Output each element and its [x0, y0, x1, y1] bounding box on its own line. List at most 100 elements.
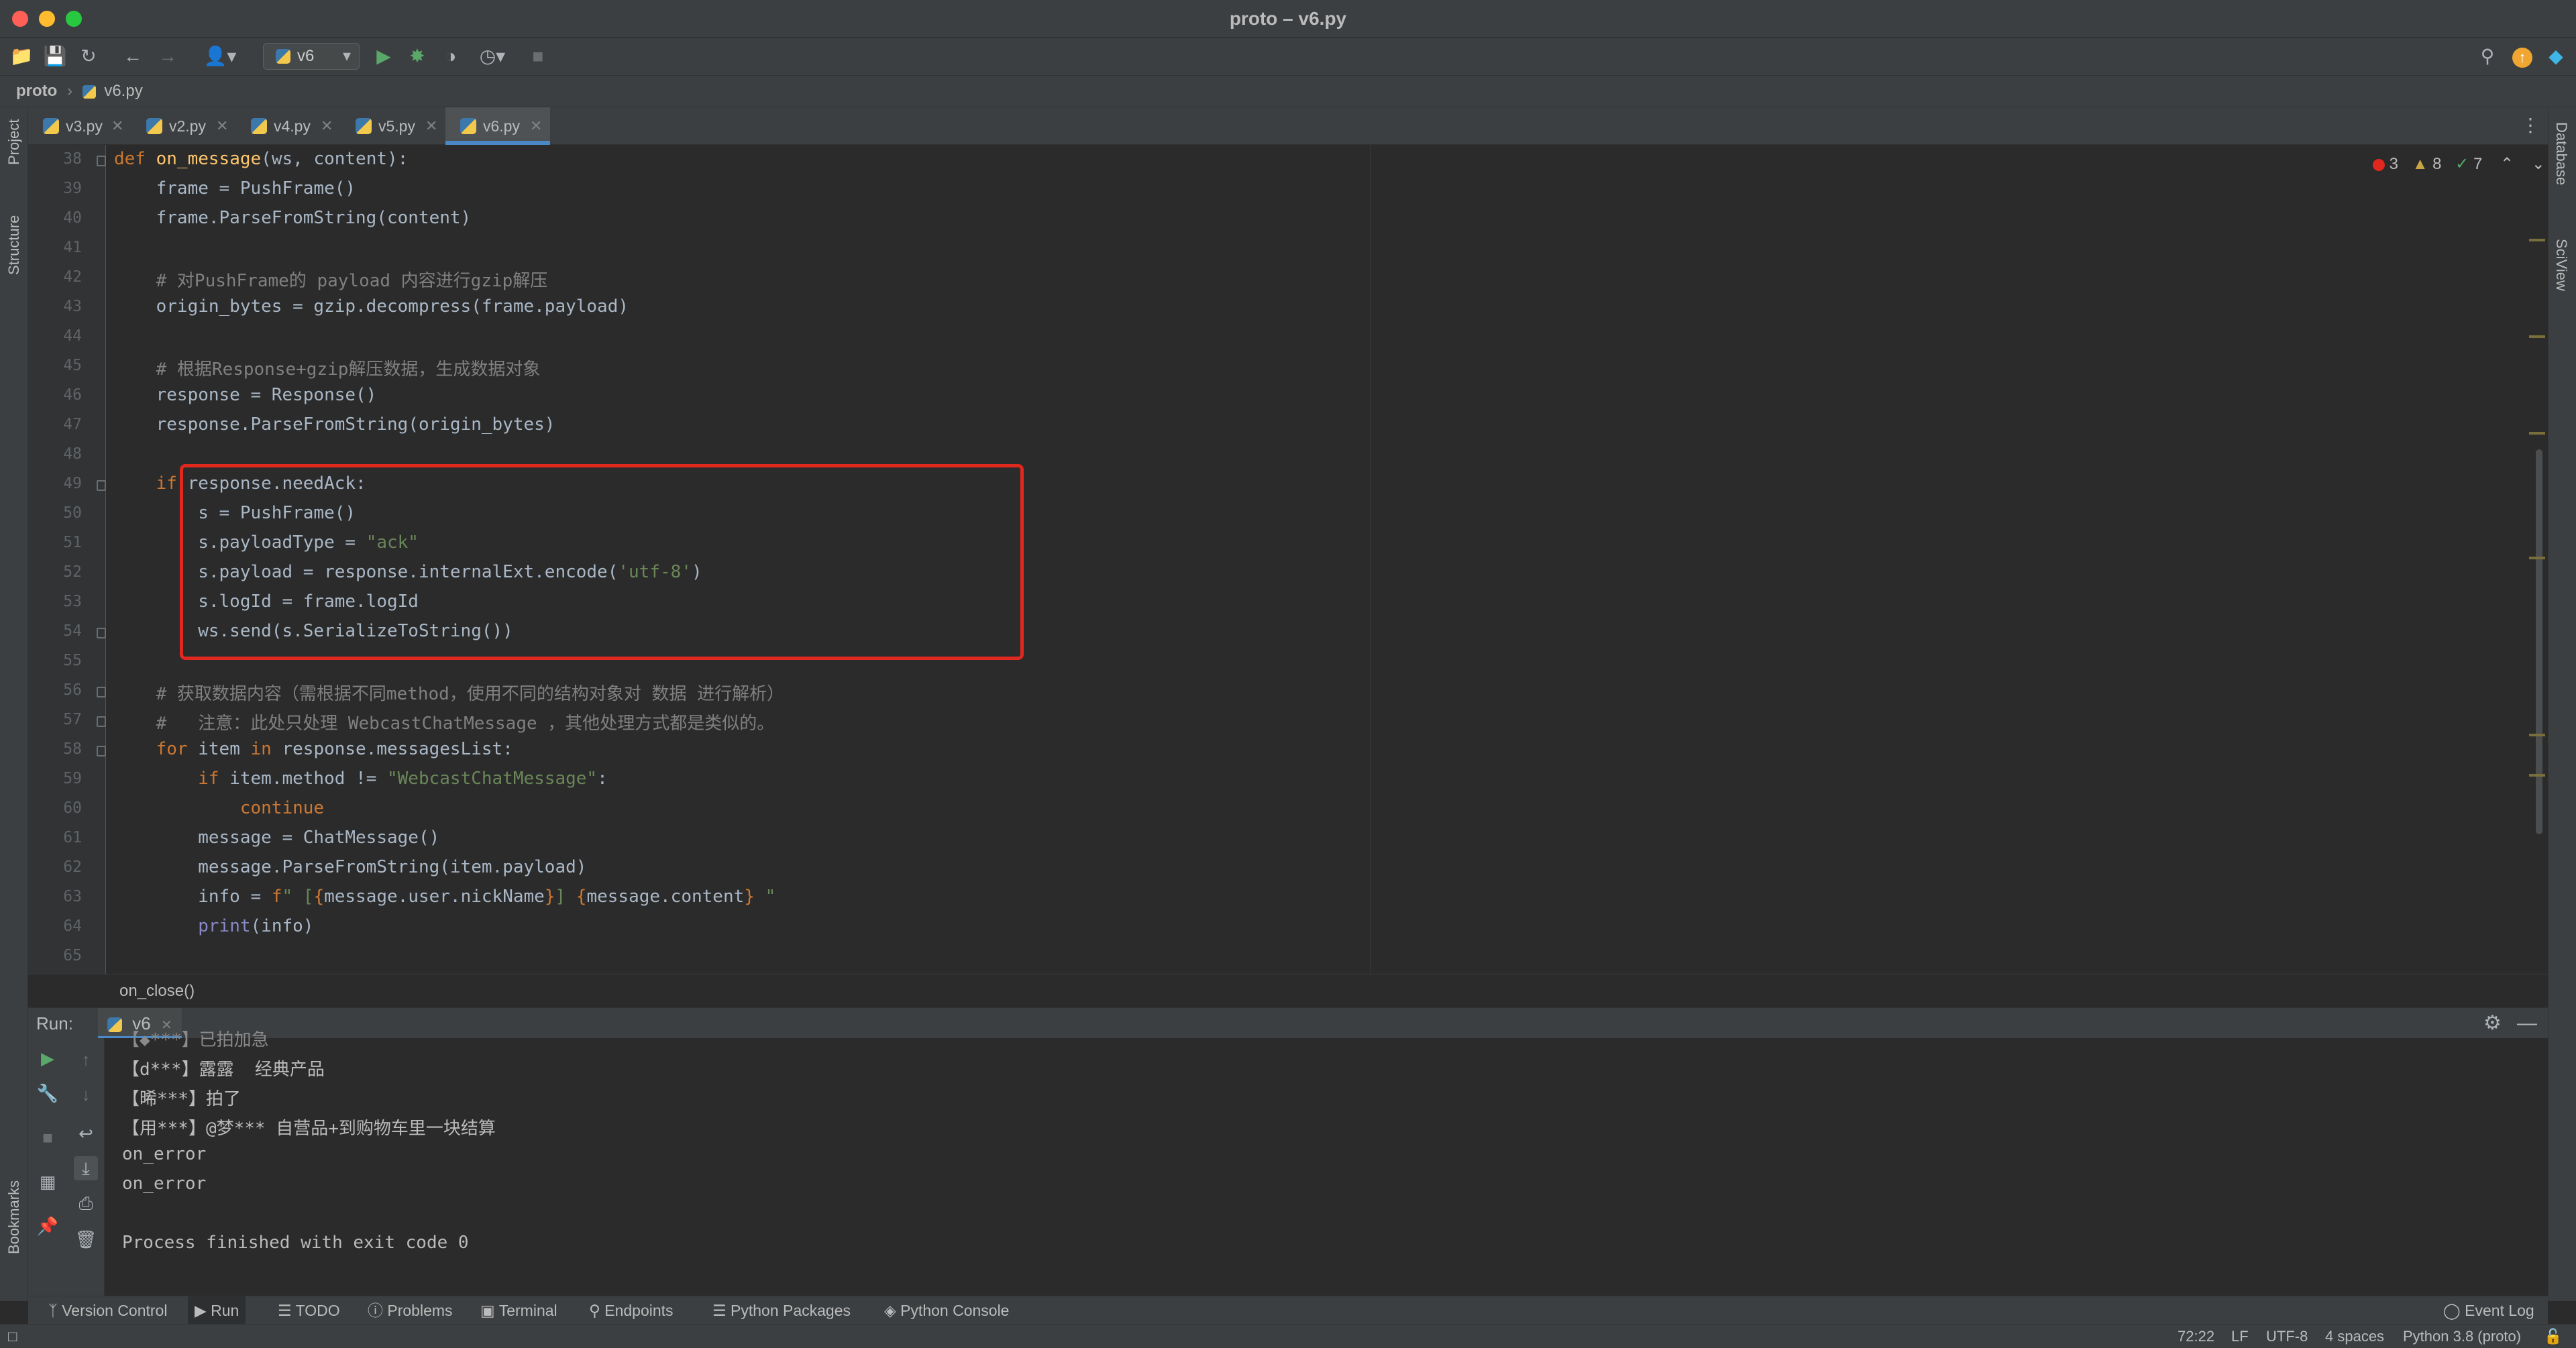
run-icon[interactable]: ▶	[372, 44, 396, 68]
code-line: if item.method != "WebcastChatMessage":	[198, 769, 608, 789]
line-number: 47	[63, 416, 82, 433]
coverage-icon[interactable]: ◑	[439, 44, 463, 68]
endpoints-tab[interactable]: ⚲ Endpoints	[582, 1296, 680, 1325]
fold-toggle-icon[interactable]	[97, 746, 106, 756]
line-number: 42	[63, 268, 82, 286]
line-number: 58	[63, 740, 82, 758]
stop-icon[interactable]: ■	[526, 44, 550, 68]
close-tab-icon[interactable]: ✕	[425, 107, 437, 145]
terminal-tab[interactable]: ▣ Terminal	[474, 1296, 564, 1325]
stop-icon[interactable]: ■	[36, 1125, 60, 1149]
back-arrow-icon[interactable]: ←	[121, 44, 145, 68]
todo-tab[interactable]: ☰ TODO	[271, 1296, 347, 1325]
bottom-tool-tabs: ᛉ Version Control ▶ Run ☰ TODO ⓘ Problem…	[28, 1296, 2548, 1325]
layout-icon[interactable]: ▦	[36, 1170, 60, 1194]
line-number: 49	[63, 475, 82, 492]
console-line: on_error	[122, 1174, 207, 1194]
code-line: for item in response.messagesList:	[156, 739, 513, 759]
debug-icon[interactable]: ✸	[405, 44, 429, 68]
rerun-icon[interactable]: ▶	[36, 1046, 60, 1070]
save-icon[interactable]: 💾	[43, 44, 67, 68]
print-icon[interactable]: ⎙	[74, 1191, 98, 1215]
python-console-tab[interactable]: ◈ Python Console	[877, 1296, 1016, 1325]
chevron-down-icon: ▾	[342, 47, 351, 65]
python-icon	[107, 1017, 122, 1033]
run-console[interactable]: ▶ 🔧 ■ ▦ 📌 ↑ ↓ ↩ ⤓ ⎙ 🗑 【◆***】已拍加急 【d***】露…	[28, 1030, 2548, 1296]
scroll-down-icon[interactable]: ↓	[74, 1082, 98, 1107]
open-folder-icon[interactable]: 📁	[9, 44, 34, 68]
code-editor[interactable]: 38 39 40 41 42 43 44 45 46 47 48 49 50 51 52 53 54 55 56 57…	[28, 145, 2548, 974]
line-number: 51	[63, 534, 82, 551]
bookmarks-tool-button[interactable]: Bookmarks	[5, 1180, 23, 1254]
sciview-tool-button[interactable]: SciView	[2553, 239, 2570, 291]
jetbrains-icon[interactable]: ◆	[2544, 44, 2568, 68]
minimize-panel-icon[interactable]: —	[2517, 1008, 2537, 1039]
close-tab-icon[interactable]: ✕	[111, 107, 123, 145]
wrench-icon[interactable]: 🔧	[36, 1081, 60, 1105]
file-encoding[interactable]: UTF-8	[2266, 1325, 2308, 1348]
terminal-icon: ▣	[480, 1302, 495, 1319]
profile-icon[interactable]: ◷▾	[472, 44, 513, 68]
search-icon[interactable]: ⚲	[2475, 44, 2500, 68]
close-tab-icon[interactable]: ✕	[321, 107, 333, 145]
more-options-icon[interactable]: ⋮	[2521, 114, 2540, 136]
code-line: message.ParseFromString(item.payload)	[114, 857, 587, 877]
project-tool-button[interactable]: Project	[5, 119, 23, 165]
close-tab-icon[interactable]: ✕	[216, 107, 228, 145]
sync-icon[interactable]: ↻	[76, 44, 101, 68]
run-tab[interactable]: ▶ Run	[188, 1296, 246, 1325]
close-tab-icon[interactable]: ✕	[530, 107, 542, 145]
code-line: response.ParseFromString(origin_bytes)	[114, 414, 555, 435]
line-number: 61	[63, 829, 82, 846]
line-separator[interactable]: LF	[2231, 1325, 2249, 1348]
user-dropdown-icon[interactable]: 👤▾	[201, 44, 239, 68]
layout-toggle-icon[interactable]: □	[8, 1325, 17, 1348]
warning-count: 8	[2432, 155, 2442, 173]
method-breadcrumb[interactable]: on_close()	[28, 974, 2548, 1007]
python-file-icon	[43, 118, 59, 134]
database-tool-button[interactable]: Database	[2553, 122, 2570, 185]
line-number: 44	[63, 327, 82, 345]
tab-v2[interactable]: v2.py ✕	[131, 107, 236, 145]
line-number: 63	[63, 888, 82, 905]
run-configuration-select[interactable]: v6 ▾	[263, 43, 360, 70]
python-packages-tab[interactable]: ☰ Python Packages	[706, 1296, 857, 1325]
run-toolbar-primary: ▶ 🔧 ■ ▦ 📌	[28, 1038, 67, 1296]
code-line: response = Response()	[114, 385, 377, 405]
breadcrumb-file[interactable]: v6.py	[104, 82, 142, 100]
fold-toggle-icon[interactable]	[97, 716, 106, 727]
play-icon: ▶	[195, 1302, 207, 1319]
update-icon[interactable]: ↑	[2510, 44, 2534, 68]
caret-position[interactable]: 72:22	[2178, 1325, 2214, 1348]
inspection-widget[interactable]: 3 ▲ 8 ✓ 7 ⌃ ⌄	[2373, 154, 2545, 174]
indent-setting[interactable]: 4 spaces	[2325, 1325, 2384, 1348]
event-log-tab[interactable]: ◯ Event Log	[2436, 1296, 2541, 1325]
fold-toggle-icon[interactable]	[97, 480, 106, 491]
structure-tool-button[interactable]: Structure	[5, 215, 23, 275]
trash-icon[interactable]: 🗑	[74, 1227, 98, 1251]
tab-v5[interactable]: v5.py ✕	[341, 107, 445, 145]
tab-v4[interactable]: v4.py ✕	[236, 107, 341, 145]
version-control-tab[interactable]: ᛉ Version Control	[42, 1296, 174, 1325]
breadcrumb-project[interactable]: proto	[16, 82, 57, 100]
problems-tab[interactable]: ⓘ Problems	[361, 1296, 460, 1325]
lock-icon[interactable]: 🔓	[2544, 1325, 2562, 1348]
chevron-up-icon[interactable]: ⌃	[2500, 155, 2514, 173]
settings-gear-icon[interactable]: ⚙	[2483, 1008, 2502, 1039]
line-number: 64	[63, 917, 82, 935]
console-line-partial: 【◆***】已拍加急	[122, 1030, 269, 1050]
fold-toggle-icon[interactable]	[97, 628, 106, 638]
scroll-up-icon[interactable]: ↑	[74, 1048, 98, 1072]
tab-v3[interactable]: v3.py ✕	[28, 107, 131, 145]
pin-icon[interactable]: 📌	[36, 1214, 60, 1238]
run-toolbar-secondary: ↑ ↓ ↩ ⤓ ⎙ 🗑	[67, 1038, 105, 1296]
python-interpreter[interactable]: Python 3.8 (proto)	[2403, 1325, 2521, 1348]
soft-wrap-icon[interactable]: ↩	[74, 1121, 98, 1145]
fold-toggle-icon[interactable]	[97, 687, 106, 697]
info-icon: ⓘ	[368, 1302, 383, 1319]
forward-arrow-icon[interactable]: →	[156, 44, 180, 68]
scroll-to-end-icon[interactable]: ⤓	[74, 1156, 98, 1180]
tab-v6[interactable]: v6.py ✕	[445, 107, 550, 145]
chevron-down-icon[interactable]: ⌄	[2532, 155, 2545, 173]
fold-toggle-icon[interactable]	[97, 156, 106, 166]
